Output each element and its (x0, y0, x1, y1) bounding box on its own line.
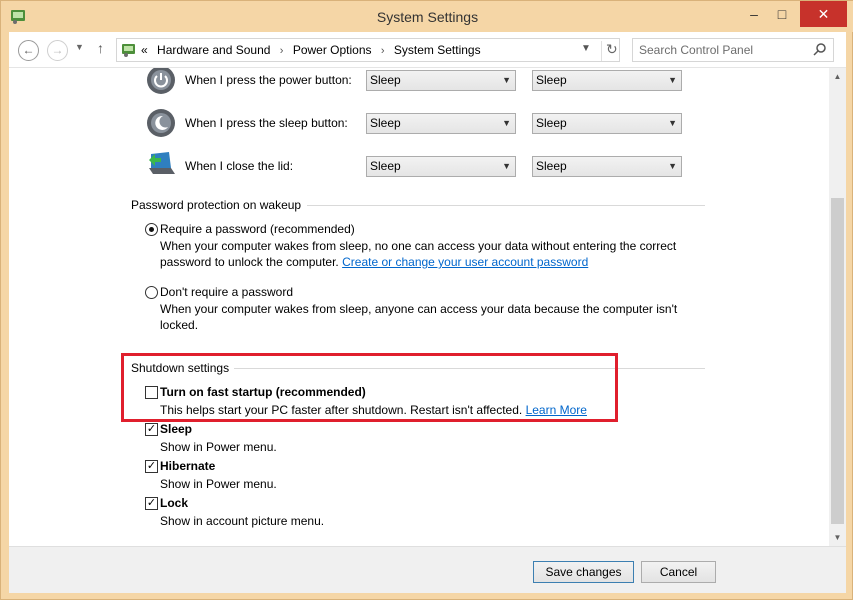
maximize-button[interactable]: □ (769, 1, 795, 27)
require-password-desc-2: password to unlock the computer. Create … (160, 254, 588, 270)
lid-on-battery-select[interactable]: Sleep ▼ (366, 156, 516, 177)
power-button-icon (147, 68, 175, 94)
lid-close-label: When I close the lid: (185, 159, 294, 173)
sleep-desc: Show in Power menu. (160, 440, 277, 454)
breadcrumb-power-options[interactable]: Power Options (293, 43, 372, 57)
breadcrumb-hardware-and-sound[interactable]: Hardware and Sound (157, 43, 270, 57)
select-value: Sleep (536, 116, 567, 130)
search-box (632, 38, 834, 62)
system-settings-window: System Settings – □ ✕ ← → ▼ ↑ « Hardware… (0, 0, 853, 600)
save-changes-button[interactable]: Save changes (533, 561, 634, 583)
require-password-radio[interactable] (145, 223, 158, 236)
power-button-on-battery-select[interactable]: Sleep ▼ (366, 70, 516, 91)
triangle-down-icon: ▼ (833, 533, 842, 542)
chevron-down-icon: ▼ (668, 118, 677, 128)
power-button-label: When I press the power button: (185, 73, 352, 87)
arrow-left-icon: ← (22, 43, 35, 57)
lock-checkbox[interactable]: ✓ (145, 497, 158, 510)
chevron-down-icon: ▼ (502, 118, 511, 128)
create-password-link[interactable]: Create or change your user account passw… (342, 255, 588, 269)
chevron-down-icon: ▼ (668, 161, 677, 171)
arrow-right-icon: → (51, 43, 64, 57)
recent-locations-dropdown[interactable]: ▼ (75, 42, 84, 52)
checkmark-icon: ✓ (146, 423, 157, 435)
up-button[interactable]: ↑ (97, 40, 104, 56)
dont-require-password-desc-2: locked. (160, 318, 199, 332)
select-value: Sleep (536, 159, 567, 173)
control-panel-small-icon (122, 44, 135, 57)
section-divider (307, 205, 705, 206)
cancel-button[interactable]: Cancel (641, 561, 716, 583)
chevron-down-icon: ▼ (502, 161, 511, 171)
sleep-button-label: When I press the sleep button: (185, 116, 348, 130)
sleep-label[interactable]: Sleep (160, 422, 192, 436)
scroll-down-button[interactable]: ▼ (829, 529, 846, 546)
chevron-down-icon: ▼ (668, 75, 677, 85)
checkmark-icon: ✓ (146, 497, 157, 509)
select-value: Sleep (536, 73, 567, 87)
require-password-desc-1: When your computer wakes from sleep, no … (160, 239, 677, 253)
require-password-desc-text: password to unlock the computer. (160, 255, 339, 269)
hibernate-checkbox[interactable]: ✓ (145, 460, 158, 473)
address-dropdown-button[interactable]: ▼ (581, 43, 591, 54)
scroll-up-button[interactable]: ▲ (829, 68, 846, 85)
arrow-up-icon: ↑ (97, 40, 104, 56)
breadcrumb-system-settings[interactable]: System Settings (394, 43, 481, 57)
select-value: Sleep (370, 116, 401, 130)
minimize-button[interactable]: – (741, 1, 767, 27)
refresh-button[interactable]: ↻ (601, 41, 618, 61)
power-button-plugged-in-select[interactable]: Sleep ▼ (532, 70, 682, 91)
checkmark-icon: ✓ (146, 460, 157, 472)
highlight-box (121, 353, 618, 422)
lock-label[interactable]: Lock (160, 496, 188, 510)
hibernate-desc: Show in Power menu. (160, 477, 277, 491)
hibernate-label[interactable]: Hibernate (160, 459, 215, 473)
scrollbar-thumb[interactable] (831, 198, 844, 524)
sleep-button-on-battery-select[interactable]: Sleep ▼ (366, 113, 516, 134)
address-bar[interactable]: « Hardware and Sound › Power Options › S… (116, 38, 620, 62)
vertical-scrollbar[interactable]: ▲ ▼ (829, 68, 846, 546)
settings-content: When I press the power button: Sleep ▼ S… (9, 68, 829, 546)
require-password-label[interactable]: Require a password (recommended) (160, 222, 355, 236)
chevron-right-icon: › (380, 45, 385, 57)
triangle-up-icon: ▲ (833, 72, 842, 81)
lid-plugged-in-select[interactable]: Sleep ▼ (532, 156, 682, 177)
close-button[interactable]: ✕ (800, 1, 847, 27)
search-icon[interactable] (813, 42, 827, 56)
chevron-right-icon: › (279, 45, 284, 57)
navigation-bar: ← → ▼ ↑ « Hardware and Sound › Power Opt… (9, 32, 846, 68)
forward-button[interactable]: → (47, 40, 68, 61)
dont-require-password-label[interactable]: Don't require a password (160, 285, 293, 299)
sleep-button-icon (147, 109, 175, 137)
sleep-button-plugged-in-select[interactable]: Sleep ▼ (532, 113, 682, 134)
refresh-icon: ↻ (606, 41, 618, 57)
breadcrumb-overflow[interactable]: « (141, 43, 148, 57)
sleep-checkbox[interactable]: ✓ (145, 423, 158, 436)
search-input[interactable] (639, 43, 809, 57)
dont-require-password-desc-1: When your computer wakes from sleep, any… (160, 302, 678, 316)
title-bar: System Settings – □ ✕ (1, 1, 853, 32)
password-section-title: Password protection on wakeup (131, 198, 302, 212)
back-button[interactable]: ← (18, 40, 39, 61)
window-title: System Settings (376, 9, 479, 25)
select-value: Sleep (370, 159, 401, 173)
dont-require-password-radio[interactable] (145, 286, 158, 299)
breadcrumb: « Hardware and Sound › Power Options › S… (141, 43, 481, 57)
select-value: Sleep (370, 73, 401, 87)
laptop-lid-icon (149, 152, 175, 174)
chevron-down-icon: ▼ (581, 43, 591, 54)
lock-desc: Show in account picture menu. (160, 514, 325, 528)
dialog-footer: Save changes Cancel (9, 546, 846, 593)
chevron-down-icon: ▼ (502, 75, 511, 85)
